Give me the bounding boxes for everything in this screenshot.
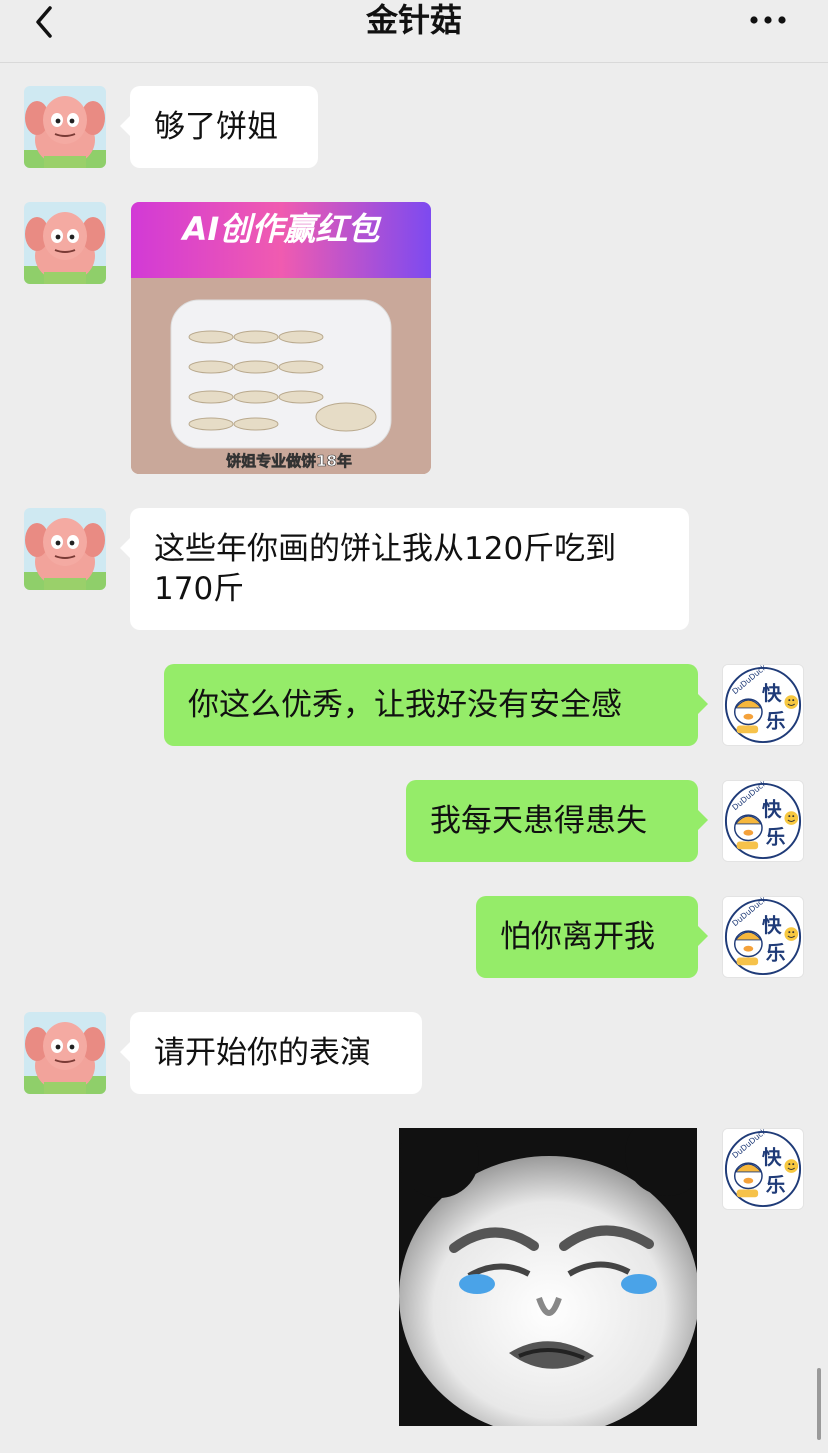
message-bubble-incoming[interactable]: 请开始你的表演 (120, 1012, 422, 1094)
message-bubble-outgoing[interactable]: 你这么优秀，让我好没有安全感 (164, 664, 708, 746)
contact-avatar[interactable] (24, 202, 106, 284)
cake-shelf-image: AI创作赢红包 饼姐专业做饼18年 (131, 202, 431, 474)
contact-avatar[interactable] (24, 1012, 106, 1094)
more-dots-icon[interactable] (744, 2, 792, 38)
chat-header: 金针菇 (0, 0, 828, 63)
image-message[interactable]: AI创作赢红包 饼姐专业做饼18年 (131, 202, 431, 474)
sticker-message[interactable] (399, 1128, 697, 1426)
self-avatar[interactable] (722, 664, 804, 746)
chat-title: 金针菇 (365, 1, 462, 39)
message-bubble-incoming[interactable]: 够了饼姐 (120, 86, 318, 168)
image-caption-top: AI创作赢红包 (180, 210, 383, 248)
contact-avatar[interactable] (24, 86, 106, 168)
message-bubble-incoming[interactable]: 这些年你画的饼让我从120斤吃到 170斤 (120, 508, 689, 630)
image-caption-bottom: 饼姐专业做饼18年 (226, 452, 352, 470)
message-bubble-outgoing[interactable]: 我每天患得患失 (406, 780, 708, 862)
self-avatar[interactable] (722, 780, 804, 862)
self-avatar[interactable] (722, 1128, 804, 1210)
crying-panda-face-sticker (399, 1128, 697, 1426)
message-bubble-outgoing[interactable]: 怕你离开我 (476, 896, 708, 978)
contact-avatar[interactable] (24, 508, 106, 590)
scrollbar[interactable] (817, 1368, 821, 1440)
self-avatar[interactable] (722, 896, 804, 978)
